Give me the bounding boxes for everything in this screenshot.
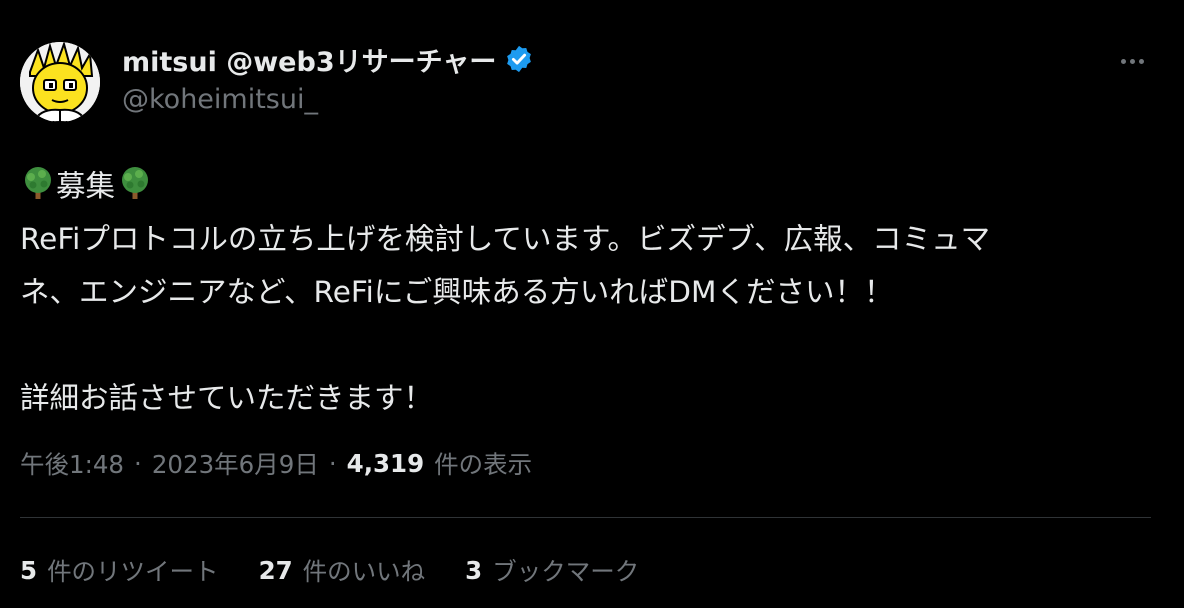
bookmarks-count: 3: [465, 555, 483, 585]
tweet-text: 募集 ReFiプロトコルの立ち上げを検討しています。ビズデブ、広報、コミュマ ネ…: [20, 160, 1170, 425]
likes-stat[interactable]: 27 件のいいね: [259, 553, 426, 588]
avatar-illustration: [20, 42, 100, 122]
avatar[interactable]: [20, 42, 100, 122]
verified-badge-icon[interactable]: [504, 44, 534, 74]
tweet-meta: 午後1:48 · 2023年6月9日 · 4,319 件の表示: [20, 443, 532, 483]
tweet-text-line: ReFiプロトコルの立ち上げを検討しています。ビズデブ、広報、コミュマ: [20, 222, 991, 256]
tweet-time[interactable]: 午後1:48: [20, 446, 124, 481]
meta-separator: ·: [134, 448, 142, 478]
views-count: 4,319: [346, 448, 425, 478]
tweet-heading: 募集: [56, 169, 116, 203]
retweets-count: 5: [20, 555, 38, 585]
bookmarks-label: ブックマーク: [492, 556, 640, 586]
retweets-label: 件のリツイート: [47, 556, 219, 586]
meta-separator: ·: [328, 448, 337, 478]
likes-label: 件のいいね: [302, 556, 426, 586]
user-handle[interactable]: @koheimitsui_: [122, 84, 318, 115]
divider: [20, 517, 1151, 518]
tweet-date[interactable]: 2023年6月9日: [152, 446, 319, 481]
tweet-card: mitsui @web3リサーチャー @koheimitsui_ 募集 ReFi…: [0, 0, 1184, 608]
tweet-text-line: ネ、エンジニアなど、ReFiにご興味ある方いればDMください！！: [20, 275, 894, 309]
more-options-icon[interactable]: [1112, 46, 1152, 76]
retweets-stat[interactable]: 5 件のリツイート: [20, 553, 219, 588]
views-label: 件の表示: [434, 449, 533, 479]
display-name[interactable]: mitsui @web3リサーチャー: [122, 40, 496, 79]
tweet-heading-line: 募集: [20, 160, 1170, 213]
engagement-stats: 5 件のリツイート 27 件のいいね 3 ブックマーク: [20, 550, 679, 590]
deciduous-tree-icon: [122, 167, 149, 199]
tweet-text-line: 詳細お話させていただきます！: [20, 381, 434, 415]
deciduous-tree-icon: [25, 167, 51, 199]
user-name-row: mitsui @web3リサーチャー: [122, 40, 534, 78]
likes-count: 27: [258, 555, 293, 585]
bookmarks-stat[interactable]: 3 ブックマーク: [465, 553, 639, 588]
